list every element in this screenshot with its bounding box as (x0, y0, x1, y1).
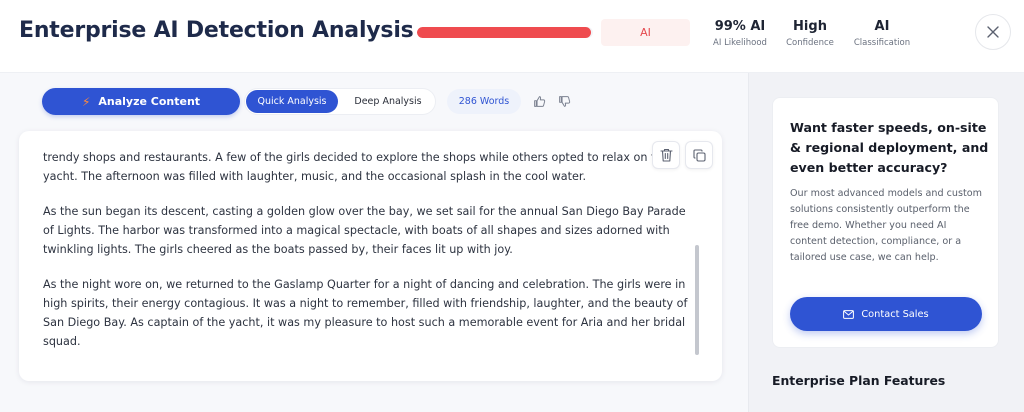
thumbs-down-button[interactable] (556, 93, 572, 109)
verdict-badge: AI (601, 19, 690, 46)
analyze-content-label: Analyze Content (98, 95, 201, 108)
promo-heading: Want faster speeds, on-site & regional d… (790, 120, 989, 175)
enterprise-features-heading: Enterprise Plan Features (772, 373, 946, 388)
text-paragraph: trendy shops and restaurants. A few of t… (43, 151, 670, 183)
text-paragraph: As the night wore on, we returned to the… (43, 278, 688, 348)
text-paragraph: As the sun began its descent, casting a … (43, 205, 686, 256)
stat-classification: AI Classification (849, 19, 915, 48)
trash-icon (659, 148, 673, 162)
contact-sales-label: Contact Sales (861, 308, 929, 320)
text-scrollbar[interactable] (695, 245, 699, 355)
stat-value: High (793, 19, 827, 34)
stat-label: AI Likelihood (713, 38, 767, 48)
stat-value: 99% AI (714, 19, 766, 34)
copy-button[interactable] (685, 141, 713, 169)
analyzed-text-panel[interactable]: trendy shops and restaurants. A few of t… (19, 131, 722, 381)
ai-likelihood-bar (417, 27, 593, 38)
mail-icon (843, 309, 855, 319)
contact-sales-button[interactable]: Contact Sales (790, 297, 982, 331)
quick-analysis-tab[interactable]: Quick Analysis (246, 90, 338, 113)
word-count-badge: 286 Words (447, 89, 521, 114)
thumbs-up-icon (533, 95, 545, 107)
header-bar: Enterprise AI Detection Analysis AI 99% … (0, 0, 1024, 73)
enterprise-promo-card: Want faster speeds, on-site & regional d… (772, 97, 999, 348)
close-icon (987, 26, 999, 38)
thumbs-down-icon (558, 95, 570, 107)
delete-button[interactable] (652, 141, 680, 169)
copy-icon (692, 148, 706, 162)
analyzed-text: trendy shops and restaurants. A few of t… (43, 148, 697, 367)
analysis-mode-toggle: Quick Analysis Deep Analysis (244, 88, 436, 115)
lightning-icon: ⚡ (81, 94, 91, 109)
analyze-content-button[interactable]: ⚡ Analyze Content (42, 88, 240, 115)
stat-value: AI (874, 19, 890, 34)
thumbs-up-button[interactable] (531, 93, 547, 109)
stat-label: Classification (853, 38, 911, 48)
stat-label: Confidence (786, 38, 834, 48)
deep-analysis-tab[interactable]: Deep Analysis (343, 90, 433, 113)
page-title: Enterprise AI Detection Analysis (19, 18, 414, 43)
stat-confidence: High Confidence (781, 19, 839, 48)
stat-ai-likelihood: 99% AI AI Likelihood (711, 19, 769, 48)
close-button[interactable] (975, 14, 1011, 50)
ai-likelihood-bar-fill (417, 27, 592, 38)
promo-description: Our most advanced models and custom solu… (790, 188, 982, 263)
